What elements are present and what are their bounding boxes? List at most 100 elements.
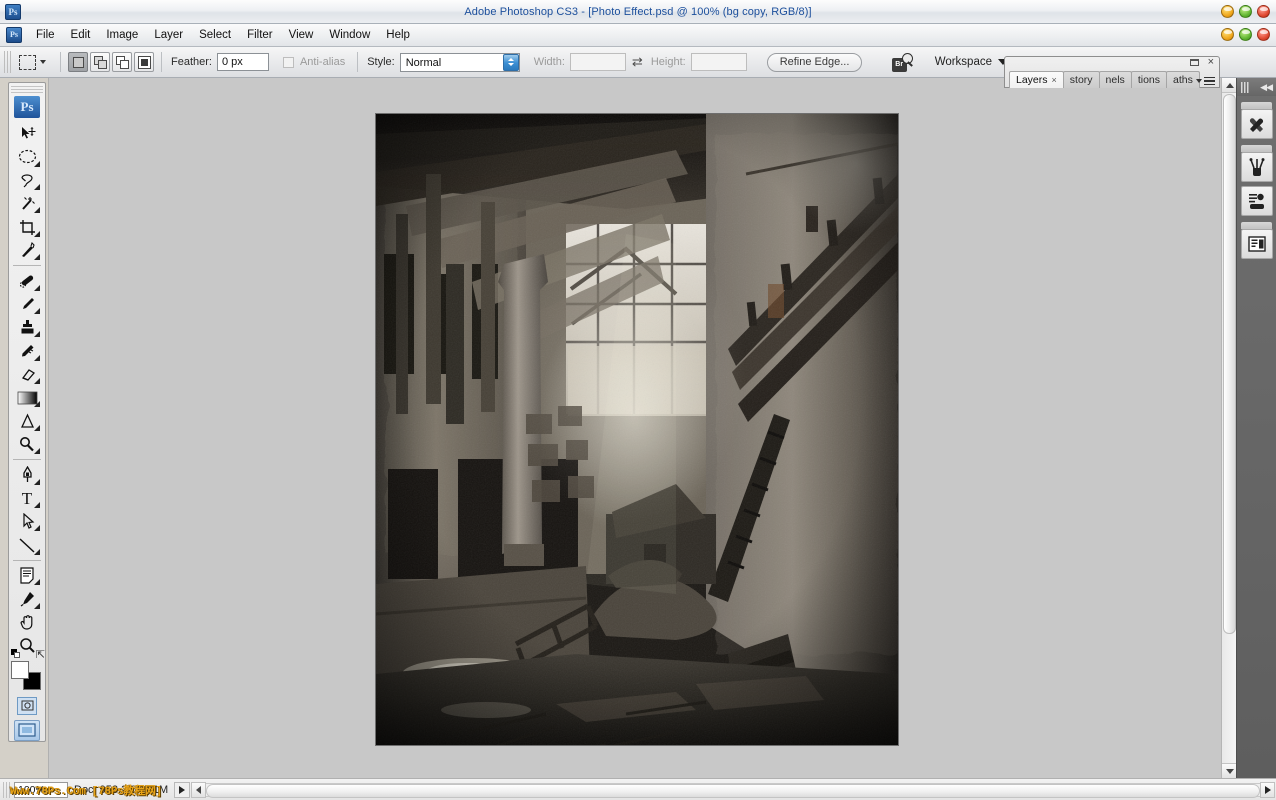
add-to-selection-button[interactable] xyxy=(90,52,110,72)
tool-presets-icon[interactable] xyxy=(1241,109,1273,139)
blur-tool[interactable] xyxy=(12,409,42,432)
panel-menu-icon[interactable] xyxy=(1196,76,1215,85)
line-tool[interactable] xyxy=(12,533,42,556)
clone-stamp-tool[interactable] xyxy=(12,316,42,339)
menu-help[interactable]: Help xyxy=(378,27,418,43)
vertical-scroll-thumb[interactable] xyxy=(1223,94,1236,634)
tab-close-icon[interactable]: × xyxy=(1052,75,1057,85)
pen-tool[interactable] xyxy=(12,463,42,486)
menu-window[interactable]: Window xyxy=(321,27,378,43)
magic-wand-tool[interactable] xyxy=(12,192,42,215)
brush-tool[interactable] xyxy=(12,293,42,316)
eraser-tool[interactable] xyxy=(12,363,42,386)
tab-history[interactable]: story xyxy=(1062,71,1100,88)
go-to-bridge-icon[interactable]: Br xyxy=(891,52,913,72)
collapse-panels-icon[interactable]: ◀◀ xyxy=(1260,82,1273,93)
minimize-icon[interactable] xyxy=(1190,59,1199,66)
feather-input[interactable]: 0 px xyxy=(216,53,269,71)
swap-colors-icon[interactable]: ⇱ xyxy=(36,648,45,661)
healing-brush-tool[interactable] xyxy=(12,269,42,292)
style-select[interactable]: Normal xyxy=(399,52,520,72)
gradient-tool[interactable] xyxy=(12,386,42,409)
standard-mode-icon[interactable] xyxy=(17,696,37,715)
menu-file[interactable]: File xyxy=(28,27,63,43)
lasso-tool[interactable] xyxy=(12,169,42,192)
tab-channels[interactable]: nels xyxy=(1098,71,1132,88)
tools-panel-grip[interactable] xyxy=(11,86,43,94)
maximize-button[interactable] xyxy=(1239,5,1252,18)
horizontal-scroll-track[interactable] xyxy=(206,782,1260,798)
window-controls xyxy=(1221,5,1270,18)
refine-edge-button[interactable]: Refine Edge... xyxy=(766,52,863,72)
slice-tool[interactable] xyxy=(12,239,42,262)
canvas-horizontal-scrollbar[interactable] xyxy=(191,781,1275,798)
close-button[interactable] xyxy=(1257,5,1270,18)
dock-tab[interactable] xyxy=(1241,145,1272,152)
height-input[interactable] xyxy=(690,53,747,71)
photoshop-window: Ps Adobe Photoshop CS3 - [Photo Effect.p… xyxy=(0,0,1276,800)
style-select-spinner-icon xyxy=(502,53,519,71)
document-icon[interactable]: Ps xyxy=(6,27,22,43)
dock-header[interactable]: ◀◀ xyxy=(1237,78,1276,96)
width-input[interactable] xyxy=(569,53,626,71)
tab-paths[interactable]: aths xyxy=(1166,71,1200,88)
brushes-icon[interactable] xyxy=(1241,152,1273,182)
image-canvas[interactable] xyxy=(376,114,898,745)
tab-layers-label: Layers xyxy=(1016,74,1048,86)
foreground-color-swatch[interactable] xyxy=(11,661,29,680)
subtract-from-selection-button[interactable] xyxy=(112,52,132,72)
menu-image[interactable]: Image xyxy=(98,27,146,43)
canvas-vertical-scrollbar[interactable] xyxy=(1221,78,1237,778)
move-tool[interactable] xyxy=(12,122,42,145)
document-canvas-area[interactable] xyxy=(48,78,1237,778)
crop-tool[interactable] xyxy=(12,215,42,238)
layer-comps-icon[interactable] xyxy=(1241,229,1273,259)
horizontal-scroll-thumb[interactable] xyxy=(206,783,1260,798)
style-select-value: Normal xyxy=(399,52,520,72)
menu-filter[interactable]: Filter xyxy=(239,27,281,43)
scroll-down-button[interactable] xyxy=(1222,763,1237,778)
elliptical-marquee-tool[interactable] xyxy=(12,145,42,168)
chevron-down-icon xyxy=(40,60,46,64)
new-selection-button[interactable] xyxy=(68,52,88,72)
screen-mode-button[interactable] xyxy=(14,719,40,742)
menu-layer[interactable]: Layer xyxy=(146,27,191,43)
divider xyxy=(13,459,41,461)
color-sampler-tool[interactable] xyxy=(12,587,42,610)
scroll-up-button[interactable] xyxy=(1222,78,1237,93)
intersect-with-selection-button[interactable] xyxy=(134,52,154,72)
tab-actions[interactable]: tions xyxy=(1130,71,1167,88)
rectangular-marquee-icon xyxy=(19,54,36,70)
status-menu-button[interactable] xyxy=(174,781,191,798)
close-icon[interactable]: × xyxy=(1208,57,1214,68)
tool-preset-picker[interactable] xyxy=(17,54,53,70)
divider xyxy=(13,265,41,267)
options-bar-grip[interactable] xyxy=(4,51,11,73)
anti-alias-checkbox[interactable] xyxy=(282,56,294,68)
type-tool[interactable]: T xyxy=(12,487,42,510)
menu-select[interactable]: Select xyxy=(191,27,239,43)
history-brush-tool[interactable] xyxy=(12,339,42,362)
minimize-button[interactable] xyxy=(1221,5,1234,18)
dock-tab[interactable] xyxy=(1241,222,1272,229)
dock-grip[interactable] xyxy=(1241,81,1250,93)
doc-minimize-button[interactable] xyxy=(1221,28,1234,41)
tab-layers[interactable]: Layers × xyxy=(1009,71,1064,88)
workspace-button[interactable]: Workspace xyxy=(935,56,1008,68)
hand-tool[interactable] xyxy=(12,611,42,634)
scroll-left-button[interactable] xyxy=(191,781,207,798)
dock-tab[interactable] xyxy=(1241,102,1272,109)
scroll-right-button[interactable] xyxy=(1260,781,1275,798)
menu-view[interactable]: View xyxy=(281,27,322,43)
brush-presets-icon[interactable] xyxy=(1241,186,1273,216)
notes-tool[interactable] xyxy=(12,564,42,587)
path-selection-tool[interactable] xyxy=(12,510,42,533)
default-colors-icon[interactable] xyxy=(11,649,20,659)
panel-title-bar[interactable]: × xyxy=(1005,57,1219,69)
menu-edit[interactable]: Edit xyxy=(63,27,99,43)
swap-dimensions-icon[interactable]: ⇄ xyxy=(632,54,643,70)
doc-close-button[interactable] xyxy=(1257,28,1270,41)
layers-panel[interactable]: × Layers × story nels tions aths xyxy=(1004,56,1220,88)
doc-maximize-button[interactable] xyxy=(1239,28,1252,41)
dodge-tool[interactable] xyxy=(12,433,42,456)
